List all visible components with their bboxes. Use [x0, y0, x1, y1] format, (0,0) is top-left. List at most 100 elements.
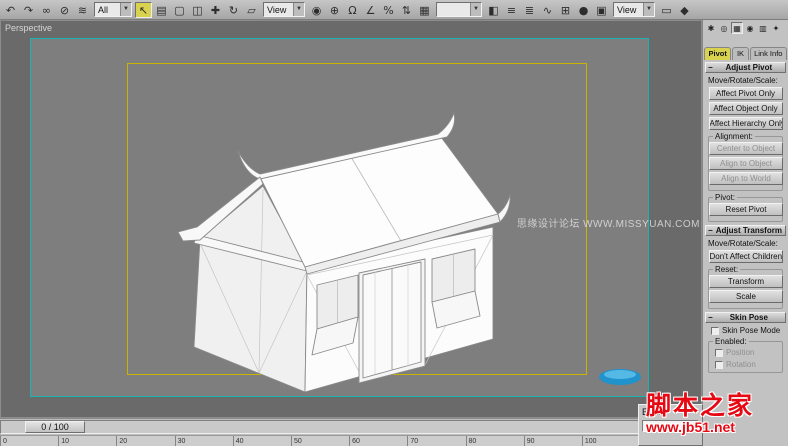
track-bar-tick[interactable]: 70: [407, 436, 465, 446]
affect-object-only-button[interactable]: Affect Object Only: [708, 102, 783, 115]
house-left-window[interactable]: [311, 274, 359, 356]
motion-tab-icon[interactable]: ◉: [744, 22, 756, 34]
quick-render-icon[interactable]: ◆: [676, 2, 693, 18]
time-slider-track[interactable]: 0 / 100: [0, 420, 640, 434]
track-bar-tick[interactable]: 30: [174, 436, 233, 446]
rotation-row: Rotation: [715, 360, 782, 369]
create-tab-icon[interactable]: ✱: [705, 22, 717, 34]
track-bar[interactable]: 0 10 20 30 40 50 60 70 80 90 100: [0, 435, 640, 446]
blue-logo-shape: [599, 369, 641, 385]
schematic-view-icon[interactable]: ⊞: [557, 2, 574, 18]
chevron-down-icon[interactable]: ▼: [470, 3, 481, 16]
bind-to-space-warp-icon[interactable]: ≋: [74, 2, 91, 18]
rendered-frame-icon[interactable]: ▭: [658, 2, 675, 18]
material-editor-icon[interactable]: ●: [575, 2, 592, 18]
rollout-skin-pose: − Skin Pose Skin Pose Mode Enabled: Posi…: [705, 312, 786, 373]
position-row: Position: [715, 348, 782, 357]
perspective-viewport[interactable]: Perspective 思缘设计论坛 WWW.MISSYUAN.COM: [0, 20, 702, 418]
hierarchy-tab-icon[interactable]: ▦: [731, 22, 743, 34]
chevron-down-icon[interactable]: ▼: [293, 3, 304, 16]
track-bar-tick[interactable]: 40: [232, 436, 291, 446]
track-bar-tick[interactable]: 20: [116, 436, 174, 446]
timeline-area: 0 / 100 0 10 20 30 40 50 60 70 80 90 100: [0, 418, 702, 446]
house-right-window[interactable]: [431, 248, 481, 329]
selection-region-icon[interactable]: ▢: [171, 2, 188, 18]
render-type-dropdown[interactable]: View ▼: [613, 2, 655, 17]
hierarchy-tabs: Pivot IK Link Info: [704, 47, 787, 60]
spinner-snap-icon[interactable]: ⇅: [398, 2, 415, 18]
collapse-icon: −: [708, 63, 713, 72]
track-bar-tick[interactable]: 90: [523, 436, 582, 446]
mirror-icon[interactable]: ◧: [485, 2, 502, 18]
chevron-down-icon[interactable]: ▼: [643, 3, 654, 16]
track-bar-tick[interactable]: 0: [0, 436, 58, 446]
reset-scale-button[interactable]: Scale: [709, 290, 783, 303]
jb51-watermark-url: www.jb51.net: [646, 419, 735, 436]
select-by-name-icon[interactable]: ▤: [153, 2, 170, 18]
rollout-title: Adjust Pivot: [725, 63, 773, 72]
tab-link-info[interactable]: Link Info: [749, 47, 787, 60]
pivot-group: Pivot: Reset Pivot: [708, 193, 783, 222]
house-door[interactable]: [358, 258, 426, 384]
track-bar-tick[interactable]: 80: [465, 436, 524, 446]
select-and-move-icon[interactable]: ✚: [207, 2, 224, 18]
layer-manager-icon[interactable]: ≣: [521, 2, 538, 18]
display-tab-icon[interactable]: ▥: [757, 22, 769, 34]
window-crossing-icon[interactable]: ◫: [189, 2, 206, 18]
select-and-rotate-icon[interactable]: ↻: [225, 2, 242, 18]
utilities-tab-icon[interactable]: ✦: [770, 22, 782, 34]
select-object-icon[interactable]: ↖: [135, 1, 152, 18]
enabled-group: Enabled: Position Rotation: [708, 337, 783, 373]
render-setup-icon[interactable]: ▣: [593, 2, 610, 18]
reference-coordinate-dropdown[interactable]: View ▼: [263, 2, 305, 17]
viewport-watermark: 思缘设计论坛 WWW.MISSYUAN.COM: [516, 219, 700, 230]
rollout-adjust-pivot-header[interactable]: − Adjust Pivot: [705, 62, 786, 73]
named-selection-dropdown[interactable]: ▼: [436, 2, 482, 17]
center-to-object-button[interactable]: Center to Object: [709, 142, 783, 155]
redo-icon[interactable]: ↷: [20, 2, 37, 18]
move-rotate-scale-label: Move/Rotate/Scale:: [708, 239, 778, 248]
move-rotate-scale-label: Move/Rotate/Scale:: [708, 76, 778, 85]
modify-tab-icon[interactable]: ◎: [718, 22, 730, 34]
collapse-icon: −: [708, 313, 713, 322]
select-and-scale-icon[interactable]: ▱: [243, 2, 260, 18]
curve-editor-icon[interactable]: ∿: [539, 2, 556, 18]
snaps-toggle-icon[interactable]: Ω: [344, 2, 361, 18]
affect-hierarchy-only-button[interactable]: Affect Hierarchy Only: [708, 117, 783, 130]
reset-pivot-button[interactable]: Reset Pivot: [709, 203, 783, 216]
house-model[interactable]: [177, 112, 511, 393]
rotation-checkbox[interactable]: [715, 360, 723, 369]
align-to-world-button[interactable]: Align to World: [709, 172, 783, 185]
reset-transform-button[interactable]: Transform: [709, 275, 783, 288]
track-bar-tick[interactable]: 50: [290, 436, 349, 446]
alignment-group: Alignment: Center to Object Align to Obj…: [708, 132, 783, 191]
alignment-label: Alignment:: [713, 132, 755, 141]
align-to-object-button[interactable]: Align to Object: [709, 157, 783, 170]
align-icon[interactable]: ≡: [503, 2, 520, 18]
skin-pose-mode-checkbox[interactable]: [711, 326, 719, 335]
time-slider-handle[interactable]: 0 / 100: [25, 421, 85, 433]
use-pivot-center-icon[interactable]: ◉: [308, 2, 325, 18]
viewport-label[interactable]: Perspective: [5, 23, 52, 33]
select-and-link-icon[interactable]: ∞: [38, 2, 55, 18]
rollout-adjust-transform-header[interactable]: − Adjust Transform: [705, 225, 786, 236]
track-bar-tick[interactable]: 60: [349, 436, 407, 446]
unlink-selection-icon[interactable]: ⊘: [56, 2, 73, 18]
track-bar-tick[interactable]: 100: [581, 436, 640, 446]
track-bar-tick[interactable]: 10: [58, 436, 116, 446]
selection-filter-dropdown[interactable]: All ▼: [94, 2, 132, 17]
tab-ik[interactable]: IK: [732, 47, 749, 60]
selection-filter-dropdown-value: All: [98, 4, 109, 15]
dont-affect-children-button[interactable]: Don't Affect Children: [708, 250, 783, 263]
tab-pivot[interactable]: Pivot: [704, 47, 732, 60]
select-and-manipulate-icon[interactable]: ⊕: [326, 2, 343, 18]
jb51-watermark: 脚本之家 www.jb51.net: [646, 393, 754, 435]
rollout-skin-pose-header[interactable]: − Skin Pose: [705, 312, 786, 323]
named-selection-sets-icon[interactable]: ▦: [416, 2, 433, 18]
angle-snap-icon[interactable]: ∠: [362, 2, 379, 18]
affect-pivot-only-button[interactable]: Affect Pivot Only: [708, 87, 783, 100]
undo-icon[interactable]: ↶: [2, 2, 19, 18]
position-checkbox[interactable]: [715, 348, 723, 357]
chevron-down-icon[interactable]: ▼: [120, 3, 131, 16]
percent-snap-icon[interactable]: %: [380, 2, 397, 18]
